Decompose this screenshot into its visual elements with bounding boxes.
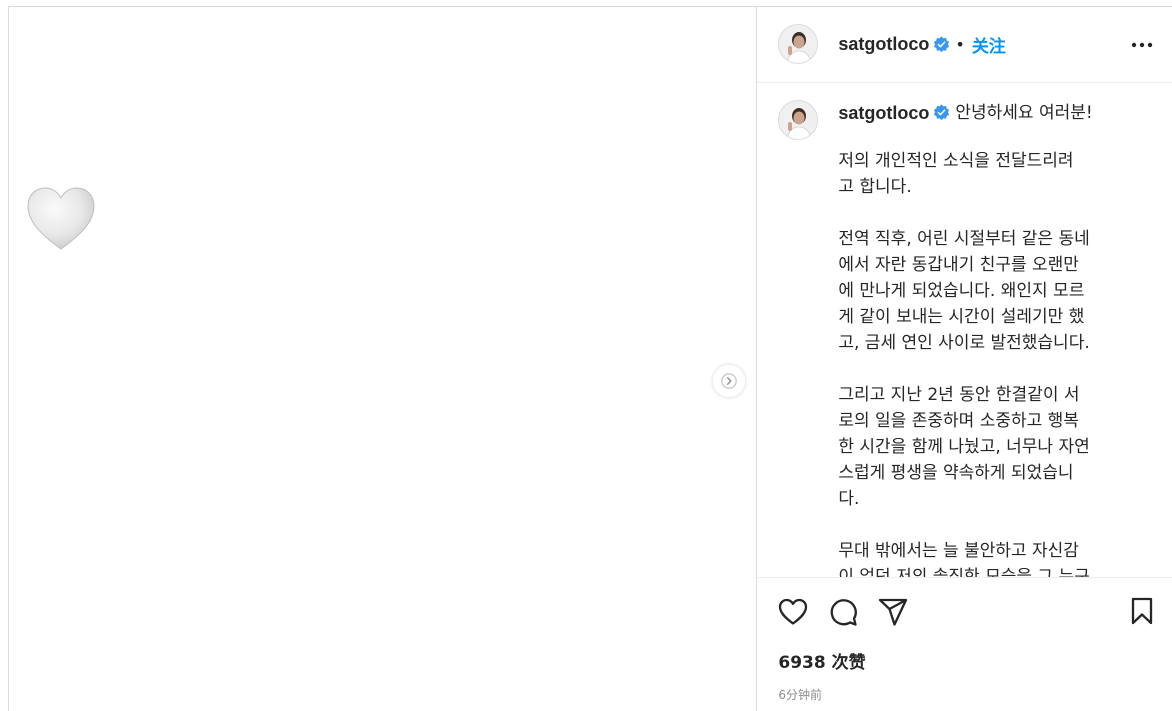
caption: satgotloco 안녕하세요 여러분! 저의 개인적인 소식을 전달드리려 … [778, 99, 1152, 577]
separator-dot: • [955, 34, 965, 54]
comment-button[interactable] [828, 597, 858, 627]
white-heart-icon [27, 187, 95, 250]
avatar-image [779, 25, 818, 64]
save-button[interactable] [1127, 596, 1157, 626]
post-dialog: satgotloco • 关注 satgotloco 안녕하세요 여러분! 저의… [8, 6, 1172, 711]
action-bar [778, 578, 1151, 646]
bookmark-icon [1131, 598, 1153, 625]
comments-section[interactable]: satgotloco 안녕하세요 여러분! 저의 개인적인 소식을 전달드리려 … [757, 83, 1172, 577]
caption-body: satgotloco 안녕하세요 여러분! 저의 개인적인 소식을 전달드리려 … [838, 100, 1133, 577]
post-media [9, 7, 757, 711]
post-timestamp[interactable]: 6分钟前 [778, 686, 1151, 703]
like-button[interactable] [778, 597, 808, 627]
caption-first-line: satgotloco 안녕하세요 여러분! [838, 100, 1133, 126]
paper-plane-icon [879, 599, 908, 626]
caption-avatar[interactable] [778, 99, 819, 140]
post-side-panel: satgotloco • 关注 satgotloco 안녕하세요 여러분! 저의… [756, 7, 1172, 711]
chevron-right-icon [721, 373, 737, 389]
header-username[interactable]: satgotloco [838, 34, 929, 55]
post-header: satgotloco • 关注 [757, 7, 1172, 83]
caption-paragraph: 저의 개인적인 소식을 전달드리려 고 합니다. [838, 150, 1074, 197]
caption-paragraph: 무대 밖에서는 늘 불안하고 자신감 이 없던 저의 솔직한 모습을 그 누구 … [838, 540, 1090, 578]
actions-section: 6938 次赞 6分钟前 [757, 577, 1172, 711]
author-avatar[interactable] [778, 24, 819, 65]
caption-greeting: 안녕하세요 여러분! [955, 102, 1093, 123]
likes-count[interactable]: 6938 次赞 [778, 648, 1151, 673]
more-options-icon [1131, 42, 1153, 48]
caption-paragraph: 그리고 지난 2년 동안 한결같이 서 로의 일을 존중하며 소중하고 행복 한… [838, 384, 1090, 509]
verified-badge-icon [934, 104, 950, 121]
verified-badge-icon [934, 36, 950, 53]
next-media-button[interactable] [712, 364, 746, 398]
share-button[interactable] [878, 597, 908, 627]
heart-outline-icon [779, 599, 808, 625]
more-options-button[interactable] [1130, 34, 1154, 56]
follow-button[interactable]: 关注 [972, 32, 1006, 57]
avatar-image [779, 100, 818, 139]
caption-paragraph: 전역 직후, 어린 시절부터 같은 동네 에서 자란 동갑내기 친구를 오랜만 … [838, 228, 1090, 353]
caption-username[interactable]: satgotloco [838, 100, 929, 126]
comment-icon [830, 599, 858, 626]
